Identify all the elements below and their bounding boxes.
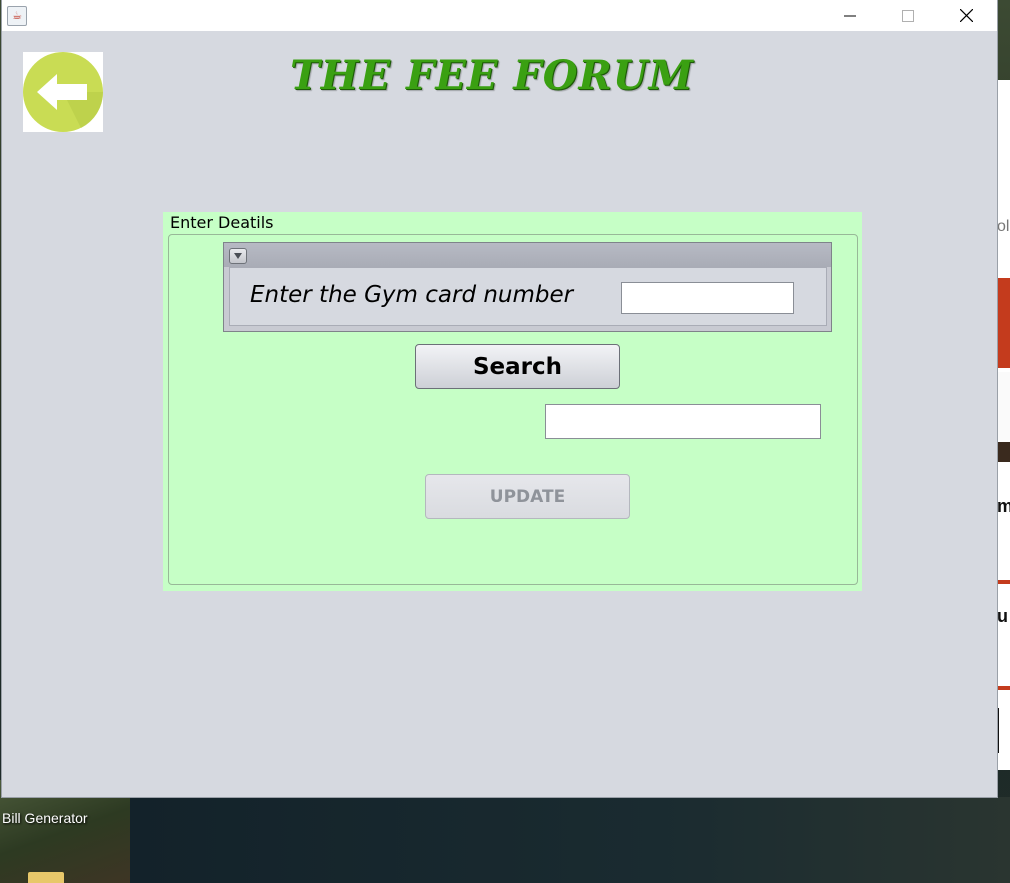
update-button[interactable]: UPDATE [425,474,630,519]
search-button[interactable]: Search [415,344,620,389]
app-title: THE FEE FORUM [290,52,694,99]
app-window: ☕ THE FEE FORUM Enter Deatils Enter the … [2,0,997,797]
details-group-label: Enter Deatils [170,213,274,232]
folder-icon[interactable] [28,872,64,883]
collapse-button[interactable] [229,248,247,264]
card-number-frame-titlebar[interactable] [224,243,831,267]
chevron-down-icon [234,253,242,259]
background-window: ol m u [996,80,1010,770]
card-number-frame-content: Enter the Gym card number [229,267,827,326]
minimize-button[interactable] [821,0,879,31]
desktop-wallpaper-dark [130,797,1010,883]
card-number-label: Enter the Gym card number [250,282,574,308]
background-window-text-3: u [997,606,1008,626]
close-button[interactable] [937,0,995,31]
background-window-text-1: ol [997,218,1010,235]
back-button[interactable] [23,52,104,132]
background-window-text-2: m [997,496,1010,516]
title-bar[interactable]: ☕ [2,0,997,31]
close-icon [959,9,973,22]
card-number-input[interactable] [621,282,794,314]
result-field[interactable] [545,404,821,439]
desktop-shortcut-label[interactable]: Bill Generator [2,810,88,826]
minimize-icon [844,15,856,16]
java-app-icon: ☕ [7,6,27,26]
maximize-button[interactable] [879,0,937,31]
arrow-left-icon [23,52,104,132]
card-number-frame: Enter the Gym card number [223,242,832,332]
maximize-icon [902,9,914,22]
